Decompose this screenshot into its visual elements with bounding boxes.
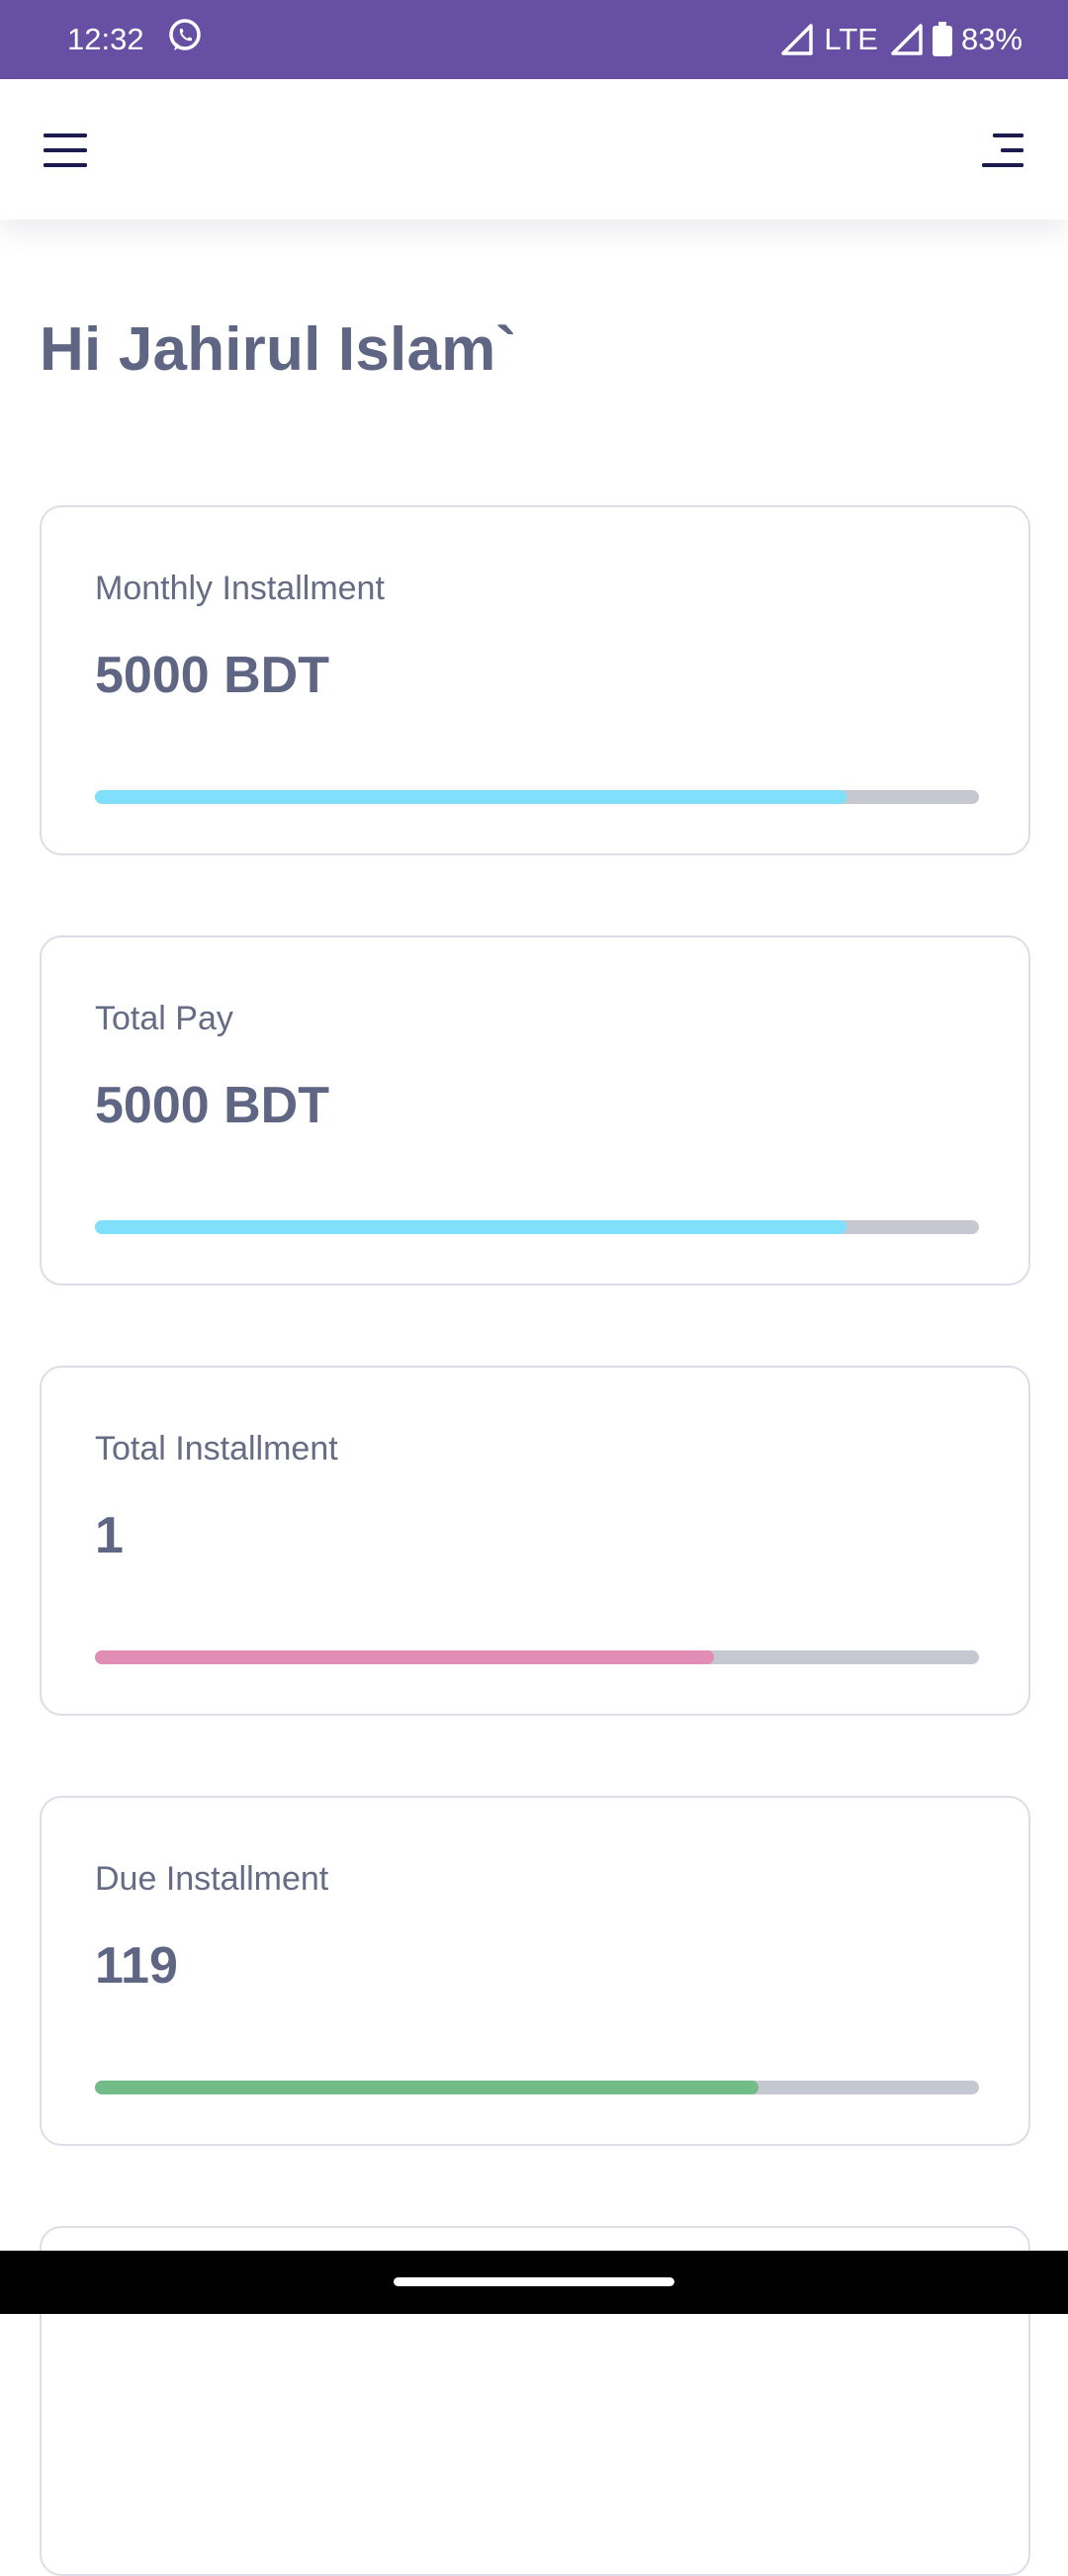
card-value: 5000 BDT bbox=[95, 1077, 329, 1134]
align-right-menu-icon[interactable] bbox=[975, 123, 1030, 178]
greeting-title: Hi Jahirul Islam` bbox=[40, 315, 517, 384]
card-value: 1 bbox=[95, 1507, 124, 1564]
progress-bar bbox=[95, 790, 979, 804]
progress-fill bbox=[95, 1650, 714, 1664]
progress-fill bbox=[95, 2081, 758, 2094]
card-label: Due Installment bbox=[95, 1860, 329, 1898]
status-time: 12:32 bbox=[67, 22, 144, 56]
progress-bar bbox=[95, 2081, 979, 2094]
progress-bar bbox=[95, 1220, 979, 1234]
progress-fill bbox=[95, 1220, 846, 1234]
card-value: 5000 BDT bbox=[95, 647, 329, 704]
whatsapp-icon bbox=[166, 17, 204, 62]
card-label: Total Pay bbox=[95, 1000, 233, 1037]
progress-fill bbox=[95, 790, 846, 804]
battery-percent: 83% bbox=[960, 22, 1023, 56]
total-pay-card: Total Pay 5000 BDT bbox=[40, 935, 1030, 1286]
signal-icon bbox=[780, 23, 814, 56]
status-bar: 12:32 LTE 83% bbox=[0, 0, 1068, 79]
due-installment-card: Due Installment 119 bbox=[40, 1796, 1030, 2146]
card-label: Monthly Installment bbox=[95, 570, 385, 607]
total-installment-card: Total Installment 1 bbox=[40, 1366, 1030, 1716]
card-value: 119 bbox=[95, 1937, 178, 1995]
monthly-installment-card: Monthly Installment 5000 BDT bbox=[40, 505, 1030, 855]
signal-icon bbox=[890, 23, 924, 56]
progress-bar bbox=[95, 1650, 979, 1664]
battery-icon bbox=[932, 22, 953, 57]
hamburger-menu-icon[interactable] bbox=[38, 123, 93, 178]
home-gesture-handle[interactable] bbox=[394, 2277, 674, 2286]
top-app-bar bbox=[0, 79, 1068, 220]
network-type: LTE bbox=[824, 22, 878, 56]
card-label: Total Installment bbox=[95, 1430, 338, 1467]
navigation-bar bbox=[0, 2251, 1068, 2314]
